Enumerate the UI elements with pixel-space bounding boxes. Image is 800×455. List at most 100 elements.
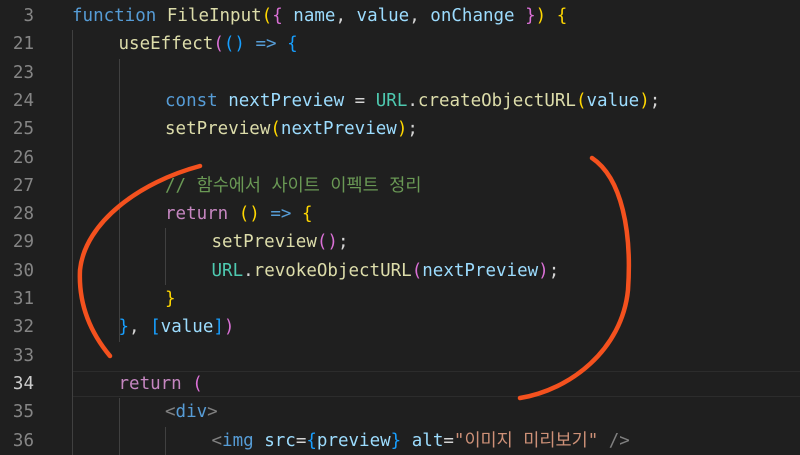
code-token: ) bbox=[396, 119, 408, 140]
code-editor[interactable]: 3 function FileInput({ name, value, onCha… bbox=[0, 0, 800, 455]
code-line[interactable]: 23 bbox=[0, 59, 800, 87]
code-token: // 함수에서 사이트 이펙트 정리 bbox=[165, 175, 422, 196]
code-token: return bbox=[165, 204, 229, 225]
code-token: . bbox=[243, 260, 254, 281]
code-text: return () => { bbox=[165, 200, 313, 228]
line-number: 23 bbox=[12, 62, 34, 83]
code-line[interactable]: 27 // 함수에서 사이트 이펙트 정리 bbox=[0, 172, 800, 200]
code-text: const nextPreview = URL.createObjectURL(… bbox=[165, 87, 660, 115]
code-text: // 함수에서 사이트 이펙트 정리 bbox=[165, 172, 421, 200]
code-line[interactable]: 21 useEffect(() => { bbox=[0, 30, 800, 58]
code-text: }, [value]) bbox=[119, 313, 235, 341]
code-line[interactable]: 26 bbox=[0, 144, 800, 172]
code-token: ( bbox=[192, 373, 203, 394]
line-number: 25 bbox=[12, 119, 34, 140]
indent-guide bbox=[72, 30, 73, 455]
code-line[interactable]: 31} bbox=[0, 285, 800, 313]
code-text: <div> bbox=[165, 398, 218, 426]
code-token: ( bbox=[213, 34, 224, 55]
code-token: , bbox=[409, 6, 431, 26]
code-token: [ bbox=[150, 317, 161, 338]
code-token: ) bbox=[538, 260, 549, 281]
code-token: ( bbox=[261, 6, 273, 26]
code-token: } bbox=[118, 317, 130, 338]
code-token: img bbox=[222, 430, 254, 451]
code-token: src bbox=[264, 430, 296, 451]
code-token: ) bbox=[535, 6, 547, 26]
code-line[interactable]: 34 return ( bbox=[0, 370, 800, 398]
code-line[interactable]: 28 return () => { bbox=[0, 200, 800, 228]
line-number: 3 bbox=[23, 6, 34, 26]
code-line[interactable]: 36 <img src={preview} alt="이미지 미리보기" /> bbox=[0, 427, 800, 455]
code-token: createObjectURL bbox=[417, 90, 576, 111]
code-token: ( bbox=[270, 119, 281, 140]
code-token: revokeObjectURL bbox=[253, 260, 412, 281]
code-token: () bbox=[223, 34, 245, 55]
code-token: () bbox=[316, 232, 338, 253]
code-line[interactable]: 33 bbox=[0, 342, 800, 370]
code-token: onChange bbox=[430, 6, 515, 26]
code-token: , bbox=[129, 317, 151, 338]
code-token: < bbox=[211, 430, 223, 451]
code-token: => bbox=[255, 34, 277, 55]
code-token: () bbox=[238, 204, 260, 225]
code-token: setPreview bbox=[165, 119, 271, 140]
code-token: { bbox=[556, 6, 568, 26]
line-number: 29 bbox=[12, 232, 34, 253]
code-token: } bbox=[514, 6, 536, 26]
code-line[interactable]: 3 function FileInput({ name, value, onCha… bbox=[0, 2, 800, 30]
code-token: nextPreview bbox=[280, 119, 397, 140]
code-token: ; bbox=[407, 119, 418, 140]
code-token: value bbox=[160, 317, 214, 338]
code-token: const bbox=[165, 90, 218, 111]
code-token: = bbox=[443, 430, 454, 451]
code-token: ; bbox=[548, 260, 560, 281]
code-token: "이미지 미리보기" bbox=[453, 430, 599, 451]
code-token: { bbox=[306, 430, 317, 451]
line-number: 26 bbox=[12, 147, 34, 168]
code-line[interactable]: 30 URL.revokeObjectURL(nextPreview); bbox=[0, 257, 800, 285]
code-line[interactable]: 29 setPreview(); bbox=[0, 228, 800, 256]
code-text: } bbox=[165, 285, 176, 313]
code-token: setPreview bbox=[211, 232, 317, 253]
indent-guide bbox=[118, 58, 120, 342]
code-line[interactable]: 25 setPreview(nextPreview); bbox=[0, 115, 800, 143]
code-token: } bbox=[165, 289, 176, 309]
code-token: } bbox=[390, 430, 402, 451]
code-token: . bbox=[407, 90, 418, 111]
code-token: => bbox=[270, 204, 292, 225]
indent-guide bbox=[165, 426, 166, 455]
code-token: preview bbox=[316, 430, 391, 451]
code-token: FileInput bbox=[166, 6, 262, 26]
indent-guide bbox=[118, 398, 120, 455]
line-number: 35 bbox=[12, 402, 34, 423]
code-line[interactable]: 24 const nextPreview = URL.createObjectUR… bbox=[0, 87, 800, 115]
code-token: , bbox=[335, 6, 357, 26]
line-number: 21 bbox=[12, 34, 34, 55]
code-token: div bbox=[175, 402, 208, 423]
code-token: value bbox=[586, 90, 640, 111]
code-token: useEffect bbox=[118, 34, 214, 55]
line-number: 28 bbox=[12, 204, 34, 225]
line-number: 32 bbox=[12, 317, 34, 338]
code-token: ) bbox=[639, 90, 650, 111]
code-token: URL bbox=[211, 260, 244, 281]
code-text: URL.revokeObjectURL(nextPreview); bbox=[212, 257, 560, 285]
code-line[interactable]: 32 }, [value]) bbox=[0, 313, 800, 341]
line-number: 31 bbox=[12, 289, 34, 309]
line-number: 27 bbox=[12, 175, 34, 196]
line-number: 36 bbox=[12, 430, 34, 451]
code-token: = bbox=[295, 430, 307, 451]
code-token: < bbox=[165, 402, 176, 423]
line-number: 24 bbox=[12, 90, 34, 111]
code-text: return ( bbox=[119, 370, 203, 398]
code-token: ) bbox=[223, 317, 235, 338]
code-line[interactable]: 35 <div> bbox=[0, 398, 800, 426]
